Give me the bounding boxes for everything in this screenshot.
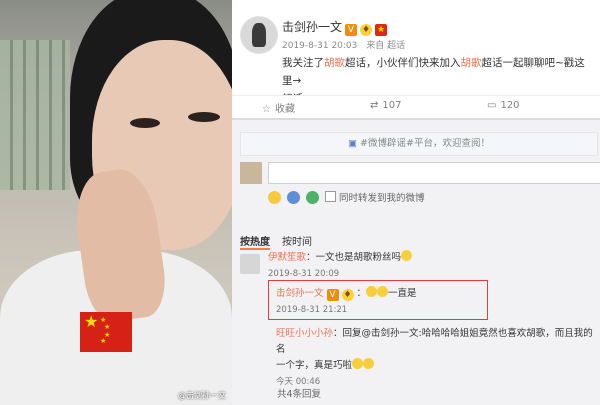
post-username[interactable]: 击剑孙一文 V ♦ ★ [282, 18, 388, 36]
comment-tools: 同时转发到我的微博 [268, 190, 425, 204]
china-flag-icon: ★ [375, 24, 388, 36]
favorite-label: 收藏 [274, 104, 295, 115]
comment-button[interactable]: ▭ 120 [487, 100, 520, 111]
notice-text: #微博辟谣#平台，欢迎查阅！ [360, 138, 490, 149]
verified-icon: V [326, 289, 339, 301]
emoji-icon [377, 286, 389, 297]
reply-time: 2019-8-31 21:21 [276, 305, 348, 315]
comment-item: 伊默笙歌：一文也是胡歌粉丝吗 2019-8-31 20:09 [268, 250, 413, 282]
verified-icon: V [345, 24, 358, 36]
topic-link[interactable]: 胡歌 [461, 57, 482, 69]
emoji-icon [352, 358, 364, 369]
reply-item: 旺旺小小小孙：回复@击剑孙一文:哈哈哈哈姐姐竟然也喜欢胡歌，而且我的名 一个字，… [276, 326, 600, 390]
repost-button[interactable]: ⇄ 107 [370, 100, 401, 111]
china-flag-icon: ★ ★ ★ ★ ★ [80, 312, 132, 352]
reply-text-cont: 一个字，真是巧啦 [276, 360, 353, 371]
emoji-icon [401, 250, 413, 261]
emoji-icon [366, 286, 378, 297]
post-actions: ☆ 收藏 ⇄ 107 ▭ 120 [232, 95, 600, 118]
commenter-avatar[interactable] [240, 254, 260, 274]
my-avatar [240, 162, 262, 184]
comment-input[interactable] [268, 162, 600, 184]
post-source-label: 来自 [366, 41, 385, 51]
tab-hot[interactable]: 按热度 [240, 237, 270, 250]
post-text-part: 超话，小伙伴们快来加入 [345, 57, 461, 69]
emoji-icon[interactable] [268, 191, 281, 204]
post-time[interactable]: 2019-8-31 20:03 [282, 41, 357, 51]
avatar[interactable] [240, 16, 278, 54]
post-text-part: 我关注了 [282, 57, 324, 69]
reply-user[interactable]: 击剑孙一文 [276, 288, 324, 299]
comment-user[interactable]: 伊默笙歌 [268, 252, 306, 263]
more-replies-link[interactable]: 共4条回复 [277, 386, 321, 400]
post-source[interactable]: 超话 [387, 41, 405, 51]
repost-checkbox-label: 同时转发到我的微博 [339, 193, 425, 204]
profile-photo: ★ ★ ★ ★ ★ @击剑孙一文 [0, 0, 232, 405]
username-text[interactable]: 击剑孙一文 [282, 20, 342, 34]
watermark: @击剑孙一文 [178, 391, 226, 400]
eye [130, 118, 160, 128]
reply-item: 击剑孙一文 V ♦ ：一直是 2019-8-31 21:21 [276, 286, 417, 315]
comment-count: 120 [500, 100, 520, 111]
emoji-icon [363, 358, 375, 369]
gif-icon[interactable] [287, 191, 300, 204]
favorite-button[interactable]: ☆ 收藏 [262, 100, 295, 115]
image-icon[interactable] [306, 191, 319, 204]
window-blinds [0, 40, 70, 190]
tab-time[interactable]: 按时间 [282, 237, 312, 248]
sort-tabs: 按热度 按时间 [240, 233, 324, 250]
eye [188, 112, 220, 122]
weibo-panel: 击剑孙一文 V ♦ ★ 2019-8-31 20:03 来自 超话 我关注了胡歌超话，… [232, 0, 600, 405]
notice-banner[interactable]: ▣ #微博辟谣#平台，欢迎查阅！ [240, 132, 598, 156]
repost-count: 107 [382, 100, 402, 111]
post-meta: 2019-8-31 20:03 来自 超话 [282, 38, 405, 51]
comment-icon: ▭ [487, 100, 497, 111]
reply-user[interactable]: 旺旺小小小孙 [276, 328, 333, 339]
comments-section: ▣ #微博辟谣#平台，欢迎查阅！ 同时转发到我的微博 按热度 按时间 伊默笙歌：一文… [232, 118, 600, 405]
repost-checkbox[interactable] [325, 191, 336, 202]
topic-link[interactable]: 胡歌 [324, 57, 345, 69]
comment-time: 2019-8-31 20:09 [268, 269, 340, 279]
comment-text: ：一文也是胡歌粉丝吗 [306, 252, 402, 263]
star-icon: ☆ [262, 104, 271, 115]
repost-icon: ⇄ [370, 100, 379, 111]
reply-text: 一直是 [388, 288, 417, 299]
rumor-icon: ▣ [348, 138, 358, 149]
post-header: 击剑孙一文 V ♦ ★ 2019-8-31 20:03 来自 超话 我关注了胡歌超话，… [232, 0, 600, 105]
fan-icon: ♦ [360, 24, 373, 36]
fan-icon: ♦ [341, 289, 354, 301]
